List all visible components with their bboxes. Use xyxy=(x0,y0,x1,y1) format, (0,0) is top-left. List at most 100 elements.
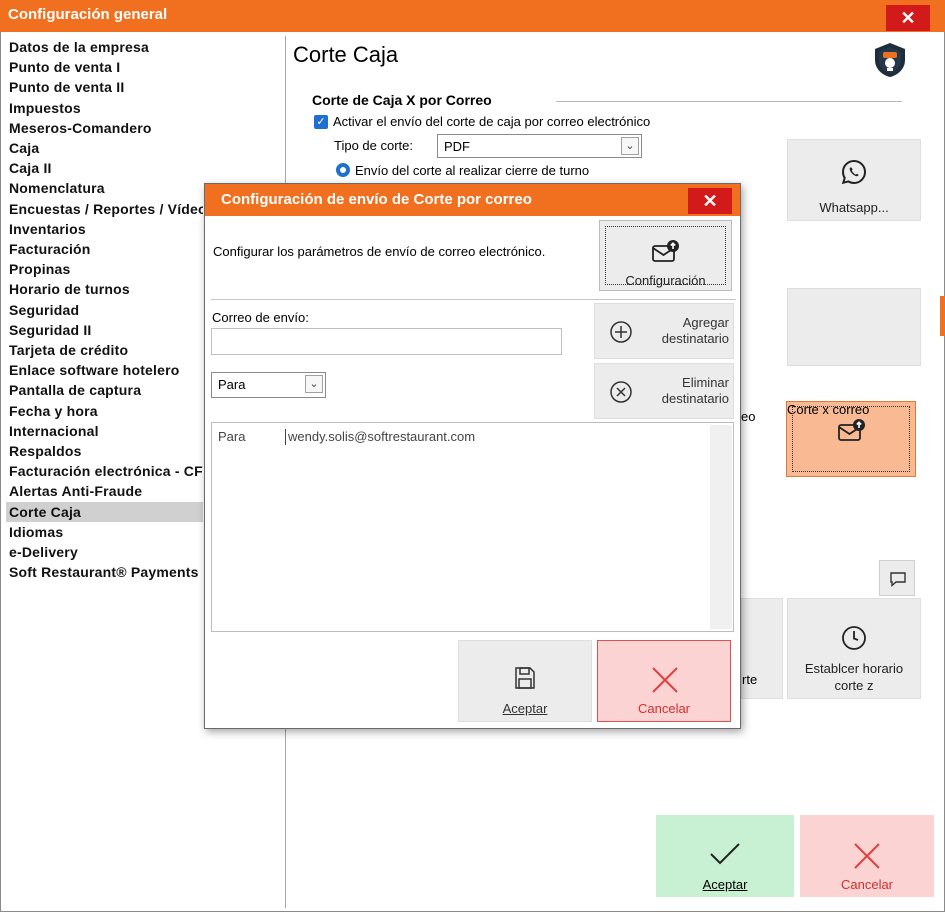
add-recipient-line1: Agregar xyxy=(682,315,729,330)
email-upload-icon xyxy=(838,419,865,441)
clock-icon xyxy=(842,626,866,650)
chat-bubble-icon xyxy=(890,572,906,588)
sidebar-item[interactable]: Encuestas / Reportes / Vídeos xyxy=(9,199,203,219)
dialog-cancel-label: Cancelar xyxy=(637,701,691,716)
window-title: Configuración general xyxy=(8,6,168,23)
radio-shift-close[interactable] xyxy=(336,163,350,177)
sidebar-item[interactable]: Punto de venta II xyxy=(9,77,203,97)
recipient-type-select[interactable]: Para ⌄ xyxy=(211,372,326,398)
sidebar-item[interactable]: Seguridad II xyxy=(9,320,203,340)
orange-edge-marker xyxy=(940,296,945,336)
remove-recipient-line2: destinatario xyxy=(661,391,729,406)
recipient-type-value: Para xyxy=(218,377,246,392)
sidebar-item[interactable]: Alertas Anti-Fraude xyxy=(9,481,203,501)
partial-button-behind-dialog[interactable]: rte xyxy=(741,598,783,699)
page-title: Corte Caja xyxy=(293,42,399,67)
window-titlebar: Configuración general ✕ xyxy=(0,0,945,32)
section-title-corte-x: Corte de Caja X por Correo xyxy=(312,92,492,108)
recipients-list[interactable]: Para wendy.solis@softrestaurant.com xyxy=(211,422,734,632)
sidebar-item[interactable]: Caja II xyxy=(9,158,203,178)
accept-label: Aceptar xyxy=(702,877,748,892)
cell-separator xyxy=(285,429,286,445)
close-icon xyxy=(854,843,880,869)
sidebar-item[interactable]: Inventarios xyxy=(9,219,203,239)
shield-logo-icon xyxy=(875,43,905,77)
accept-button[interactable]: Aceptar xyxy=(656,815,794,897)
cut-type-value: PDF xyxy=(444,139,470,154)
sidebar-item[interactable]: Respaldos xyxy=(9,441,203,461)
sidebar-item[interactable]: Facturación electrónica - CFDI xyxy=(9,461,203,481)
whatsapp-icon xyxy=(841,159,867,185)
sender-email-input[interactable] xyxy=(211,328,562,355)
dialog-divider xyxy=(211,299,736,300)
checkmark-icon xyxy=(710,843,740,865)
corte-x-correo-button[interactable]: Corte x correo xyxy=(786,401,916,477)
add-recipient-label: Agregar destinatario xyxy=(662,315,729,347)
sidebar-item[interactable]: Facturación xyxy=(9,239,203,259)
cut-type-label: Tipo de corte: xyxy=(334,138,414,153)
sidebar-item[interactable]: Seguridad xyxy=(9,300,203,320)
sidebar-item[interactable]: Horario de turnos xyxy=(9,279,203,299)
sidebar-item[interactable]: Soft Restaurant® Payments xyxy=(9,562,203,582)
schedule-label-line1: Establcer horario xyxy=(804,661,904,676)
sidebar-item[interactable]: Pantalla de captura xyxy=(9,380,203,400)
cancel-button[interactable]: Cancelar xyxy=(800,815,934,897)
dialog-accept-label: Aceptar xyxy=(502,701,548,716)
save-icon xyxy=(515,667,535,689)
email-upload-icon xyxy=(652,240,679,262)
dialog-description: Configurar los parámetros de envío de co… xyxy=(213,244,546,259)
close-icon xyxy=(652,667,678,693)
recipient-email-cell: wendy.solis@softrestaurant.com xyxy=(288,429,476,444)
schedule-label-line2: corte z xyxy=(834,678,874,693)
sidebar-item[interactable]: Fecha y hora xyxy=(9,401,203,421)
email-configuration-label: Configuración xyxy=(625,273,706,288)
partial-button-fragment: rte xyxy=(742,672,758,687)
dialog-close-button[interactable]: ✕ xyxy=(688,188,732,214)
window-close-button[interactable]: ✕ xyxy=(886,5,930,31)
remove-recipient-label: Eliminar destinatario xyxy=(662,375,729,407)
plus-circle-icon xyxy=(610,321,632,343)
chat-button[interactable] xyxy=(879,560,915,596)
email-configuration-button[interactable]: Configuración xyxy=(599,220,732,291)
x-circle-icon xyxy=(610,381,632,403)
table-row[interactable]: Para wendy.solis@softrestaurant.com xyxy=(218,429,712,447)
sidebar-item[interactable]: Datos de la empresa xyxy=(9,37,203,57)
list-scrollbar[interactable] xyxy=(710,425,732,629)
enable-email-label: Activar el envío del corte de caja por c… xyxy=(333,114,651,129)
whatsapp-button[interactable]: Whatsapp... xyxy=(787,139,921,221)
chevron-down-icon: ⌄ xyxy=(305,375,323,393)
dialog-title: Configuración de envío de Corte por corr… xyxy=(221,191,532,208)
cancel-label: Cancelar xyxy=(840,877,894,892)
sidebar-item[interactable]: Idiomas xyxy=(9,522,203,542)
recipient-type-cell: Para xyxy=(218,429,246,444)
partial-label-fragment: eo xyxy=(741,409,756,424)
whatsapp-label: Whatsapp... xyxy=(819,200,889,215)
dialog-accept-button[interactable]: Aceptar xyxy=(458,640,592,722)
sidebar-item[interactable]: Impuestos xyxy=(9,98,203,118)
section-divider xyxy=(556,101,902,102)
remove-recipient-line1: Eliminar xyxy=(682,375,729,390)
sidebar-item[interactable]: Enlace software hotelero xyxy=(9,360,203,380)
email-config-dialog: Configuración de envío de Corte por corr… xyxy=(204,183,741,729)
enable-email-checkbox[interactable]: ✓ xyxy=(314,115,328,129)
sidebar-item[interactable]: Propinas xyxy=(9,259,203,279)
dialog-titlebar: Configuración de envío de Corte por corr… xyxy=(205,184,740,216)
dialog-cancel-button[interactable]: Cancelar xyxy=(597,640,731,722)
sidebar-item[interactable]: Corte Caja xyxy=(6,501,203,522)
blank-tile-button[interactable] xyxy=(787,288,921,366)
sidebar-item[interactable]: Punto de venta I xyxy=(9,57,203,77)
remove-recipient-button[interactable]: Eliminar destinatario xyxy=(594,363,734,419)
sidebar-item[interactable]: Tarjeta de crédito xyxy=(9,340,203,360)
sidebar-item[interactable]: Nomenclatura xyxy=(9,178,203,198)
add-recipient-button[interactable]: Agregar destinatario xyxy=(594,303,734,359)
sender-email-label: Correo de envío: xyxy=(212,310,309,325)
cut-type-select[interactable]: PDF ⌄ xyxy=(437,134,642,158)
sidebar-item[interactable]: Caja xyxy=(9,138,203,158)
sidebar-item[interactable]: Meseros-Comandero xyxy=(9,118,203,138)
sidebar-item[interactable]: Internacional xyxy=(9,421,203,441)
schedule-cut-z-button[interactable]: Establcer horario corte z xyxy=(787,598,921,699)
chevron-down-icon: ⌄ xyxy=(621,137,639,155)
sidebar-item[interactable]: e-Delivery xyxy=(9,542,203,562)
radio-shift-close-label: Envío del corte al realizar cierre de tu… xyxy=(355,163,590,178)
add-recipient-line2: destinatario xyxy=(661,331,729,346)
